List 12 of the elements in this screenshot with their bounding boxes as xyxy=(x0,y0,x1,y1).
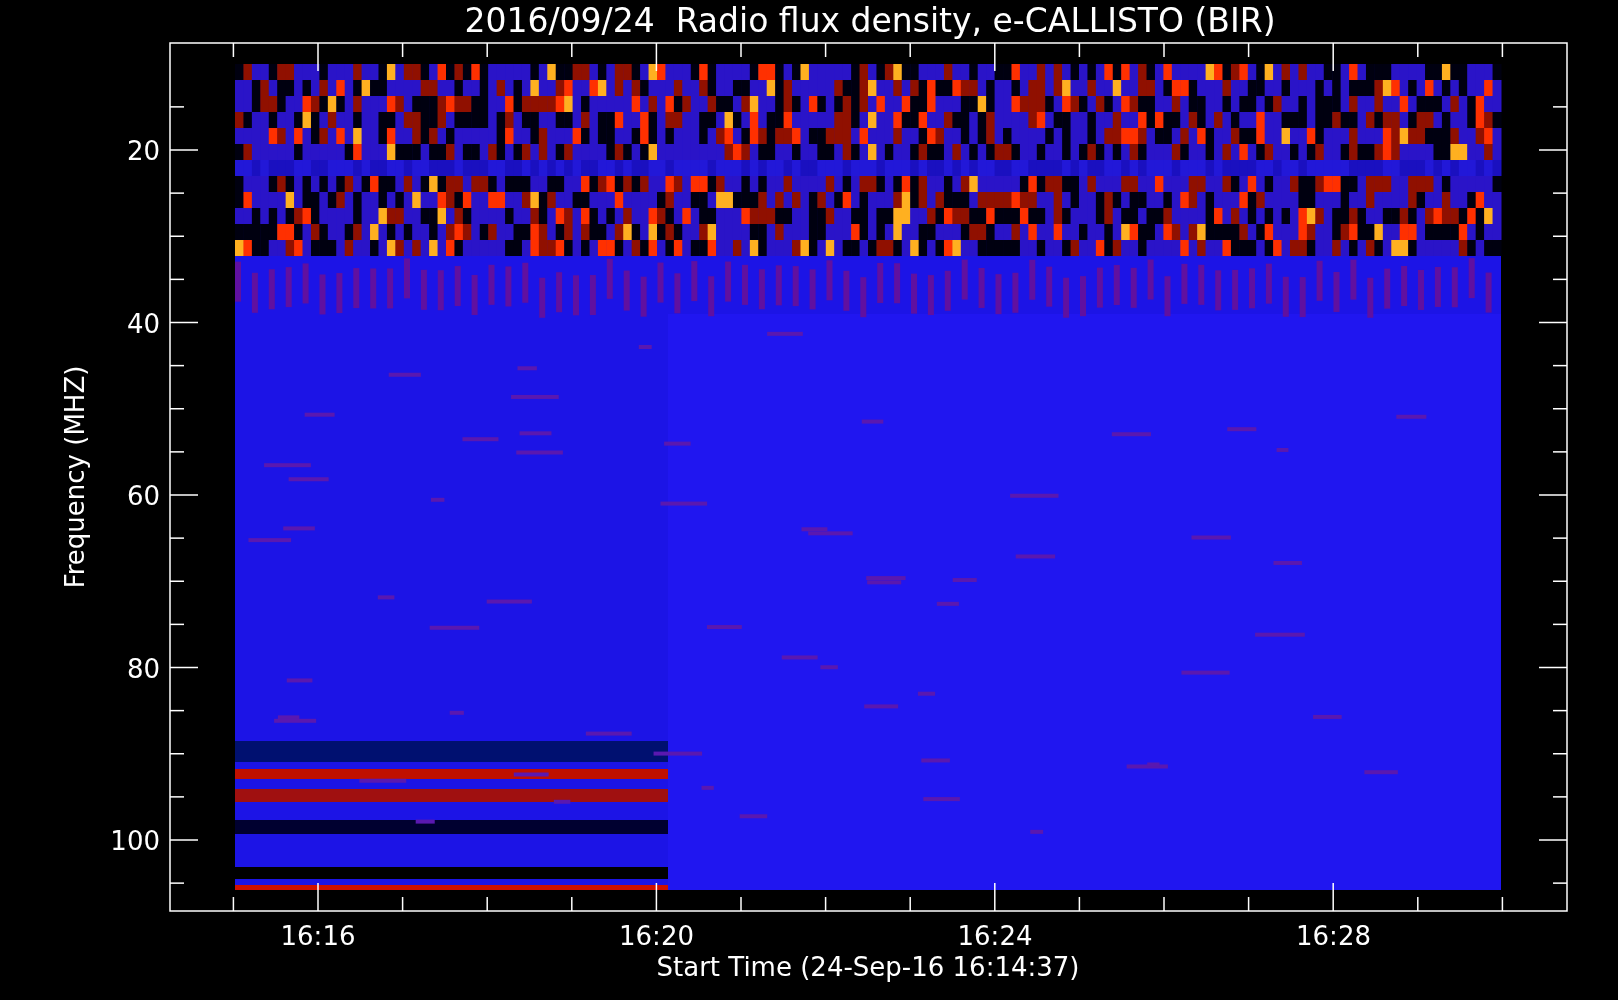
axis-label: Start Time (24-Sep-16 16:14:37) xyxy=(656,952,1080,982)
axis-tick-label: 60 xyxy=(126,481,160,511)
axis-tick-label: 80 xyxy=(126,653,160,684)
axis-label: Frequency (MHZ) xyxy=(60,365,90,589)
axis-tick-label: 100 xyxy=(110,826,160,856)
axis-tick-label: 20 xyxy=(126,136,160,166)
axis-tick-label: 16:16 xyxy=(280,921,356,951)
axis-tick-label: 16:20 xyxy=(619,921,694,951)
chart-title: 2016/09/24 Radio flux density, e-CALLISTO (BIR) xyxy=(464,1,1276,40)
axis-tick-label: 16:28 xyxy=(1296,921,1371,951)
axis-tick-label: 40 xyxy=(126,308,160,339)
axis-tick-label: 16:24 xyxy=(957,921,1033,951)
